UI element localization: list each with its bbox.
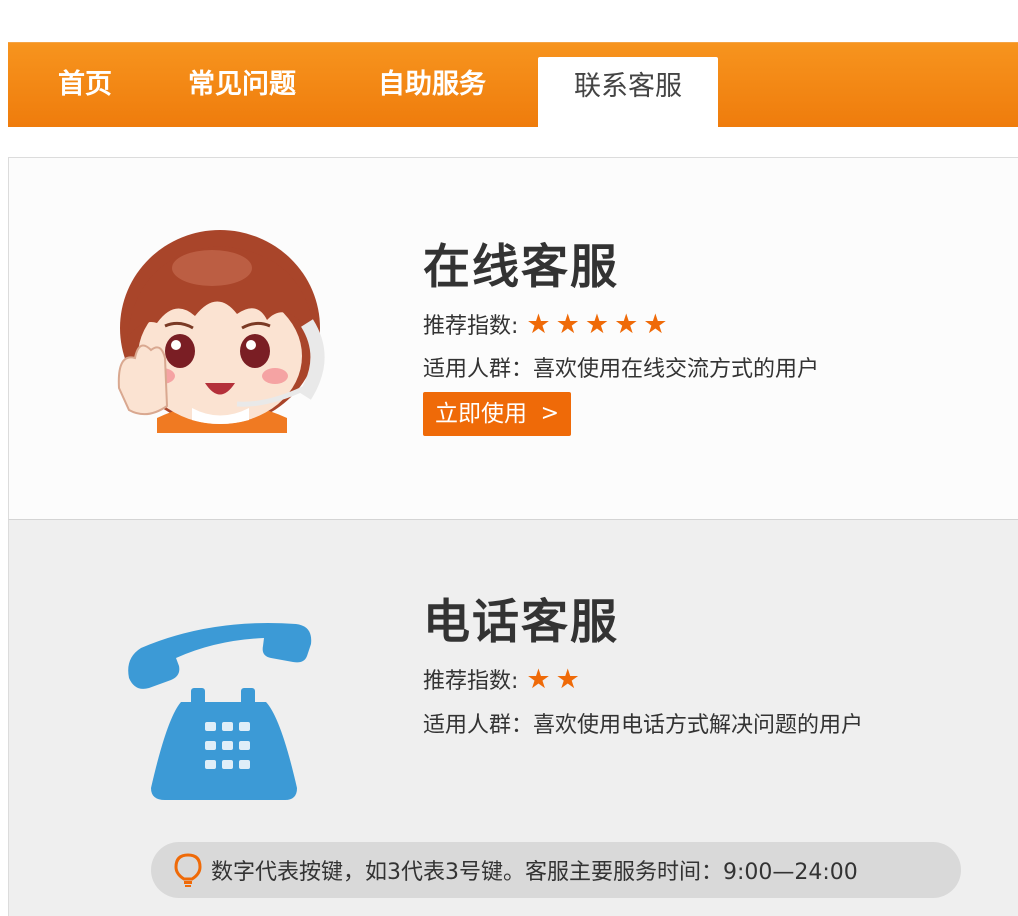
tab-contact-support[interactable]: 联系客服	[538, 57, 718, 127]
phone-audience-text: 喜欢使用电话方式解决问题的用户	[533, 713, 864, 738]
service-hours-notice: 数字代表按键，如3代表3号键。客服主要服务时间：9:00—24:00	[151, 842, 961, 898]
star-icon: ★	[526, 663, 551, 695]
online-rating-stars: ★ ★ ★ ★ ★	[526, 311, 672, 338]
star-icon: ★	[555, 663, 580, 695]
star-icon: ★	[584, 308, 610, 340]
phone-support-title: 电话客服	[423, 595, 619, 650]
tab-home[interactable]: 首页	[58, 43, 112, 127]
use-now-label: 立即使用	[435, 401, 527, 427]
chevron-right-icon: >	[540, 401, 559, 426]
phone-rating-stars: ★ ★	[526, 666, 584, 693]
online-audience-row: 适用人群： 喜欢使用在线交流方式的用户	[423, 351, 819, 383]
online-audience-label: 适用人群：	[423, 357, 534, 382]
support-girl-avatar-icon	[117, 230, 325, 433]
tab-faq[interactable]: 常见问题	[188, 43, 296, 127]
online-rating-row: 推荐指数: ★ ★ ★ ★ ★	[423, 308, 673, 340]
phone-audience-row: 适用人群： 喜欢使用电话方式解决问题的用户	[423, 707, 863, 739]
star-icon: ★	[614, 308, 639, 340]
phone-rating-row: 推荐指数: ★ ★	[423, 663, 585, 695]
lightbulb-icon	[174, 853, 202, 887]
page: 首页 常见问题 自助服务 联系客服 在线客服 推荐指数: ★ ★ ★ ★ ★ 适…	[0, 0, 1018, 916]
service-hours-text: 数字代表按键，如3代表3号键。客服主要服务时间：9:00—24:00	[211, 860, 858, 885]
online-support-panel: 在线客服 推荐指数: ★ ★ ★ ★ ★ 适用人群： 喜欢使用在线交流方式的用户…	[8, 157, 1018, 520]
online-rating-label: 推荐指数:	[423, 314, 519, 339]
star-icon: ★	[643, 308, 668, 340]
online-support-title: 在线客服	[423, 240, 619, 295]
phone-rating-label: 推荐指数:	[423, 669, 519, 694]
phone-support-panel: 电话客服 推荐指数: ★ ★ 适用人群： 喜欢使用电话方式解决问题的用户 数字代…	[8, 520, 1018, 916]
tab-self-service[interactable]: 自助服务	[378, 43, 486, 127]
star-icon: ★	[526, 308, 551, 340]
use-now-button[interactable]: 立即使用 >	[423, 392, 571, 436]
online-audience-text: 喜欢使用在线交流方式的用户	[533, 357, 820, 382]
star-icon: ★	[555, 308, 580, 340]
telephone-icon	[128, 623, 312, 800]
top-nav: 首页 常见问题 自助服务 联系客服	[8, 42, 1018, 127]
phone-audience-label: 适用人群：	[423, 713, 534, 738]
